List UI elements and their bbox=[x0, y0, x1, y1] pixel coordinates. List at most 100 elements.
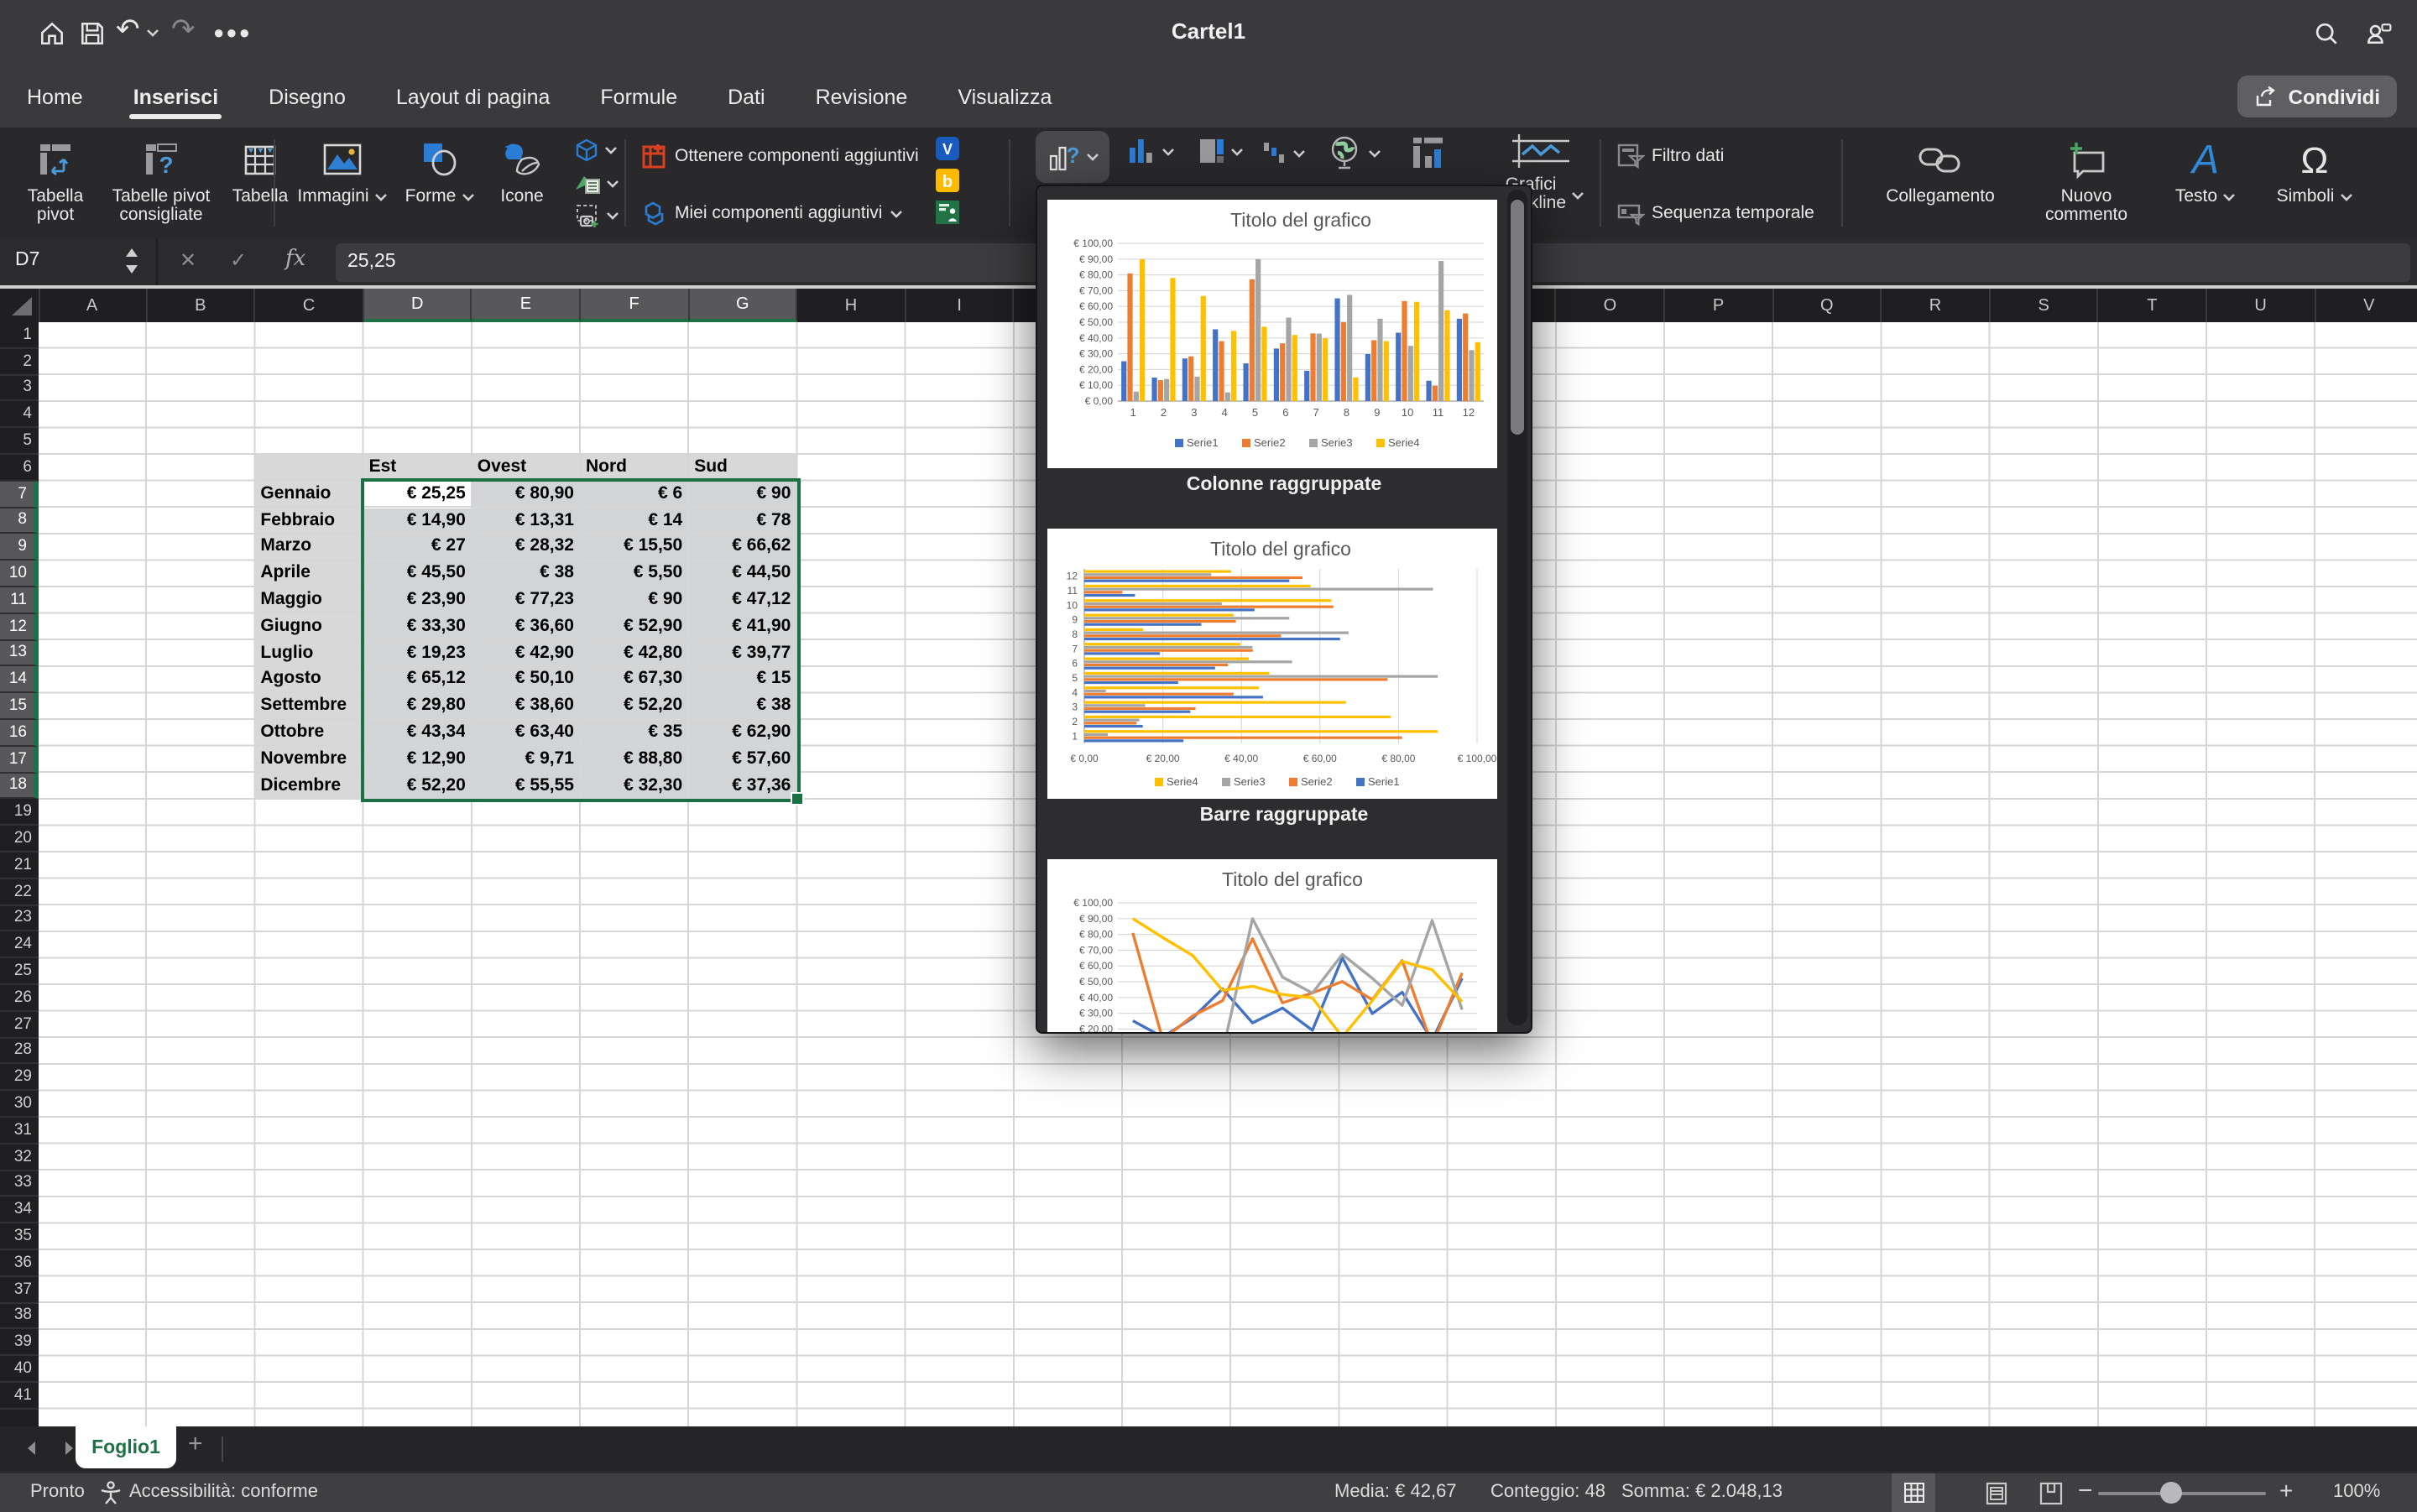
column-header-T[interactable]: T bbox=[2099, 289, 2207, 322]
row-header-9[interactable]: 9 bbox=[0, 534, 39, 561]
row-header-17[interactable]: 17 bbox=[0, 747, 39, 774]
row-header-3[interactable]: 3 bbox=[0, 375, 39, 402]
normal-view-button[interactable] bbox=[1892, 1473, 1935, 1512]
row-header-15[interactable]: 15 bbox=[0, 693, 39, 720]
row-header-28[interactable]: 28 bbox=[0, 1038, 39, 1065]
row-header-37[interactable]: 37 bbox=[0, 1277, 39, 1304]
column-header-S[interactable]: S bbox=[1991, 289, 2099, 322]
cancel-entry-icon[interactable]: ✕ bbox=[180, 248, 196, 272]
tab-layout-di-pagina[interactable]: Layout di pagina bbox=[393, 76, 554, 119]
name-box[interactable]: D7 bbox=[0, 238, 158, 285]
row-header-32[interactable]: 32 bbox=[0, 1144, 39, 1171]
column-header-D[interactable]: D bbox=[364, 289, 472, 322]
prev-sheet-icon[interactable] bbox=[23, 1440, 40, 1457]
row-header-21[interactable]: 21 bbox=[0, 852, 39, 879]
row-header-20[interactable]: 20 bbox=[0, 826, 39, 852]
share-button[interactable]: Condividi bbox=[2238, 76, 2397, 117]
insert-hierarchy-chart-button[interactable] bbox=[1198, 138, 1244, 164]
link-button[interactable]: Collegamento bbox=[1860, 128, 2021, 206]
zoom-out-button[interactable]: − bbox=[2078, 1477, 2093, 1505]
feedback-person-icon[interactable] bbox=[2363, 18, 2394, 49]
row-header-16[interactable]: 16 bbox=[0, 720, 39, 747]
column-header-G[interactable]: G bbox=[689, 289, 797, 322]
sheet-tab-foglio1[interactable]: Foglio1 bbox=[76, 1426, 176, 1468]
insert-column-chart-button[interactable] bbox=[1128, 138, 1175, 164]
chart-preview-colonne-raggruppate[interactable]: Titolo del grafico€ 0,00€ 10,00€ 20,00€ … bbox=[1047, 199, 1497, 467]
chart-preview-line[interactable]: Titolo del grafico€ 0,00€ 10,00€ 20,00€ … bbox=[1047, 859, 1497, 1034]
row-header-22[interactable]: 22 bbox=[0, 879, 39, 906]
column-header-E[interactable]: E bbox=[472, 289, 581, 322]
column-header-A[interactable]: A bbox=[39, 289, 147, 322]
row-header-10[interactable]: 10 bbox=[0, 560, 39, 587]
my-addins-button[interactable]: Miei componenti aggiuntivi bbox=[639, 196, 919, 230]
column-header-P[interactable]: P bbox=[1665, 289, 1773, 322]
row-header-40[interactable]: 40 bbox=[0, 1356, 39, 1383]
zoom-in-button[interactable]: + bbox=[2279, 1477, 2293, 1504]
tab-visualizza[interactable]: Visualizza bbox=[954, 76, 1055, 119]
row-header-6[interactable]: 6 bbox=[0, 455, 39, 482]
column-header-Q[interactable]: Q bbox=[1773, 289, 1882, 322]
shapes-button[interactable]: Forme bbox=[396, 128, 483, 206]
get-addins-button[interactable]: Ottenere componenti aggiuntivi bbox=[639, 139, 919, 173]
row-header-31[interactable]: 31 bbox=[0, 1118, 39, 1144]
page-break-view-icon[interactable] bbox=[2039, 1482, 2063, 1505]
dropdown-scrollbar-thumb[interactable] bbox=[1511, 200, 1524, 435]
pivot-table-button[interactable]: Tabella pivot bbox=[7, 128, 104, 225]
row-header-38[interactable]: 38 bbox=[0, 1303, 39, 1330]
visio-addin-icon[interactable]: V bbox=[936, 136, 961, 161]
confirm-entry-icon[interactable]: ✓ bbox=[230, 248, 247, 272]
insert-statistic-chart-button[interactable] bbox=[1262, 141, 1306, 164]
zoom-slider-track[interactable] bbox=[2098, 1492, 2266, 1495]
row-header-4[interactable]: 4 bbox=[0, 402, 39, 429]
status-accessibility[interactable]: Accessibilità: conforme bbox=[129, 1481, 318, 1501]
name-box-spinner[interactable] bbox=[124, 247, 139, 275]
smartart-button[interactable] bbox=[574, 169, 619, 197]
bing-addin-icon[interactable]: b bbox=[936, 168, 961, 193]
row-header-25[interactable]: 25 bbox=[0, 958, 39, 985]
icons-button[interactable]: Icone bbox=[483, 128, 561, 206]
column-header-H[interactable]: H bbox=[797, 289, 906, 322]
next-sheet-icon[interactable] bbox=[60, 1440, 77, 1457]
row-header-7[interactable]: 7 bbox=[0, 482, 39, 508]
row-header-12[interactable]: 12 bbox=[0, 614, 39, 641]
images-button[interactable]: Immagini bbox=[289, 128, 396, 206]
insert-function-icon[interactable]: fx bbox=[285, 247, 305, 272]
row-header-36[interactable]: 36 bbox=[0, 1250, 39, 1277]
row-header-13[interactable]: 13 bbox=[0, 640, 39, 667]
select-all-corner[interactable] bbox=[0, 289, 40, 322]
tab-disegno[interactable]: Disegno bbox=[265, 76, 349, 119]
chart-preview-barre-raggruppate[interactable]: Titolo del grafico€ 0,00€ 20,00€ 40,00€ … bbox=[1047, 529, 1497, 799]
row-header-41[interactable]: 41 bbox=[0, 1383, 39, 1410]
3d-models-button[interactable] bbox=[574, 136, 619, 164]
row-headers[interactable]: 1234567891011121314151617181920212223242… bbox=[0, 322, 39, 1426]
insert-map-chart-button[interactable] bbox=[1326, 134, 1381, 171]
search-icon[interactable] bbox=[2311, 18, 2341, 49]
add-sheet-button[interactable]: + bbox=[188, 1430, 203, 1458]
row-header-1[interactable]: 1 bbox=[0, 322, 39, 349]
people-graph-addin-icon[interactable] bbox=[936, 200, 961, 225]
row-header-24[interactable]: 24 bbox=[0, 932, 39, 959]
tab-home[interactable]: Home bbox=[23, 76, 86, 119]
tab-formule[interactable]: Formule bbox=[597, 76, 681, 119]
recommended-pivot-tables-button[interactable]: ? Tabelle pivot consigliate bbox=[104, 128, 218, 225]
text-button[interactable]: A Testo bbox=[2152, 128, 2259, 206]
row-header-34[interactable]: 34 bbox=[0, 1197, 39, 1224]
tab-revisione[interactable]: Revisione bbox=[812, 76, 911, 119]
row-header-30[interactable]: 30 bbox=[0, 1091, 39, 1118]
row-header-27[interactable]: 27 bbox=[0, 1012, 39, 1039]
recommended-charts-button[interactable]: ? bbox=[1036, 131, 1109, 183]
tab-inserisci[interactable]: Inserisci bbox=[130, 76, 222, 119]
row-header-29[interactable]: 29 bbox=[0, 1065, 39, 1092]
row-header-39[interactable]: 39 bbox=[0, 1330, 39, 1357]
column-header-O[interactable]: O bbox=[1557, 289, 1665, 322]
row-header-23[interactable]: 23 bbox=[0, 905, 39, 932]
row-header-5[interactable]: 5 bbox=[0, 428, 39, 455]
row-header-19[interactable]: 19 bbox=[0, 800, 39, 826]
column-header-I[interactable]: I bbox=[906, 289, 1015, 322]
column-header-F[interactable]: F bbox=[581, 289, 689, 322]
symbols-button[interactable]: Ω Simboli bbox=[2259, 128, 2370, 206]
row-header-14[interactable]: 14 bbox=[0, 667, 39, 694]
row-header-11[interactable]: 11 bbox=[0, 587, 39, 614]
row-header-18[interactable]: 18 bbox=[0, 773, 39, 800]
tab-dati[interactable]: Dati bbox=[724, 76, 768, 119]
